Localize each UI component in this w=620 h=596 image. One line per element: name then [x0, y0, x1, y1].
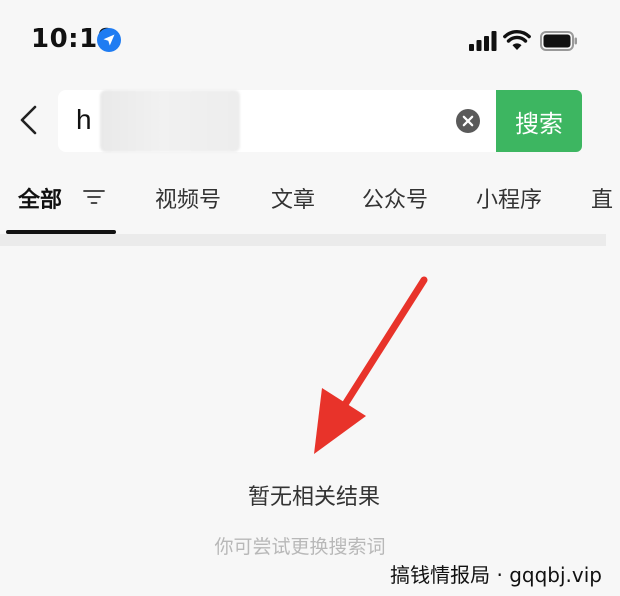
tab-official-accounts[interactable]: 公众号	[362, 182, 428, 214]
battery-icon	[540, 31, 577, 51]
results-area: 暂无相关结果 你可尝试更换搜索词 搞钱情报局 · gqqbj.vip	[0, 246, 620, 596]
empty-state-title: 暂无相关结果	[247, 485, 380, 510]
wifi-icon	[503, 29, 531, 50]
signal-icon	[469, 31, 497, 51]
empty-state-hint: 你可尝试更换搜索词	[214, 536, 386, 558]
result-tabs: 全部 视频号 文章 公众号 小程序 直	[0, 168, 620, 236]
search-bar: h 搜索	[0, 90, 620, 152]
tab-live[interactable]: 直	[591, 182, 613, 214]
tab-articles[interactable]: 文章	[271, 182, 315, 214]
location-arrow-icon	[97, 28, 121, 52]
search-input[interactable]: h	[58, 90, 496, 152]
clear-icon[interactable]	[456, 109, 480, 133]
red-arrow-annotation	[314, 276, 428, 454]
search-input-value: h	[76, 104, 92, 135]
tab-mini-programs[interactable]: 小程序	[476, 182, 542, 214]
filter-icon[interactable]	[83, 188, 105, 206]
status-bar: 10:19	[0, 0, 620, 80]
back-icon[interactable]	[14, 102, 44, 138]
tab-divider	[0, 234, 606, 246]
tab-all[interactable]: 全部	[18, 182, 62, 214]
watermark: 搞钱情报局 · gqqbj.vip	[390, 563, 602, 587]
redacted-query	[100, 90, 240, 152]
search-button[interactable]: 搜索	[496, 90, 582, 152]
tab-channels[interactable]: 视频号	[155, 182, 221, 214]
